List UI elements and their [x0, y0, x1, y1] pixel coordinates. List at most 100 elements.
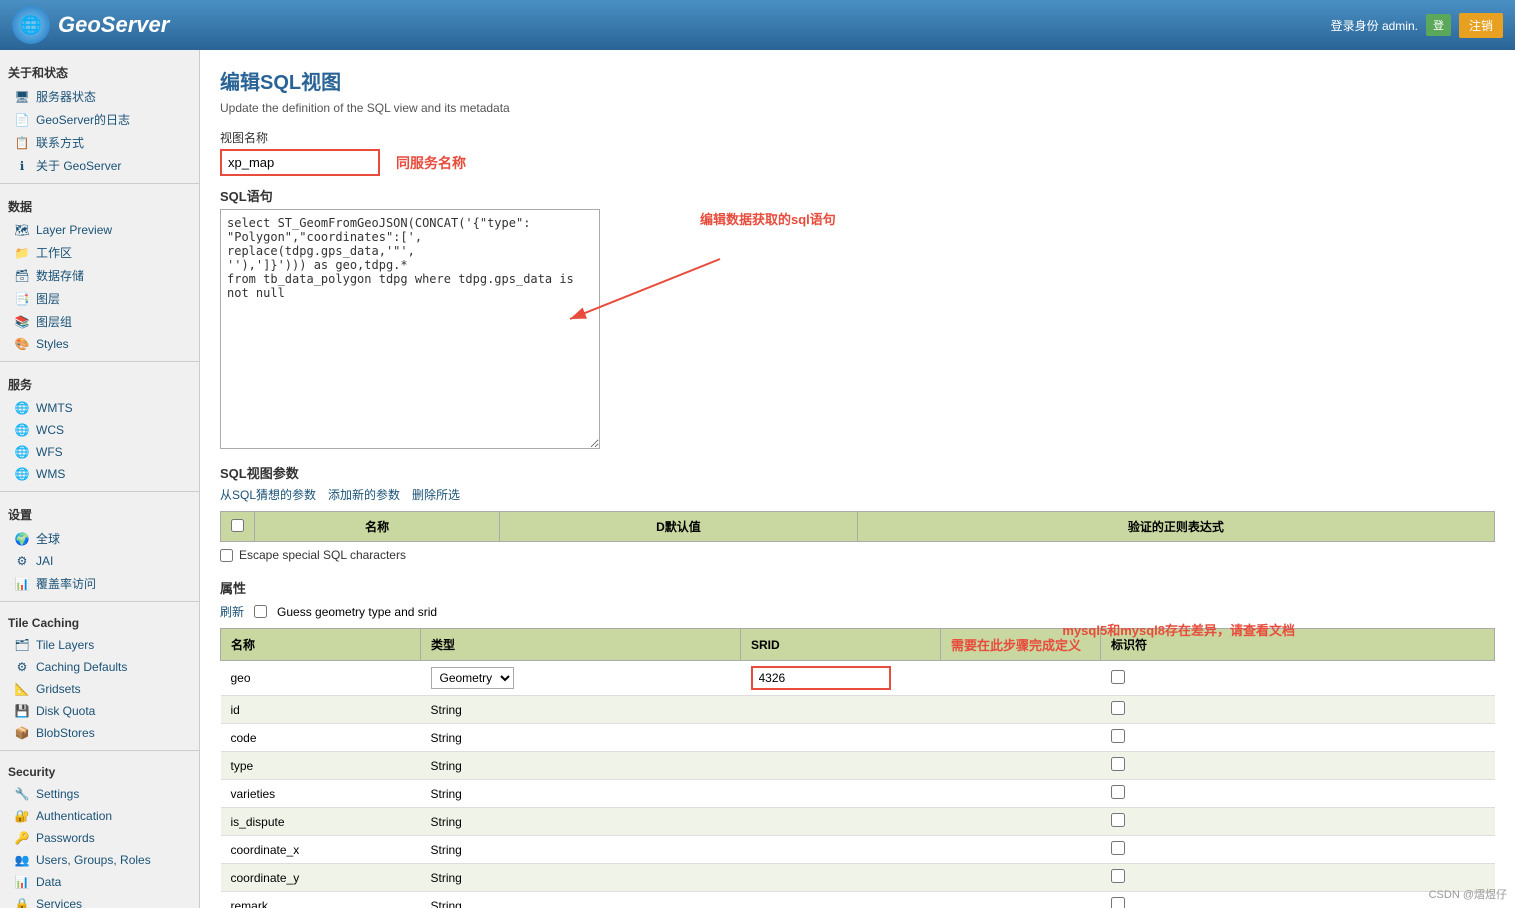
identifier-checkbox[interactable] — [1111, 869, 1125, 883]
sidebar-item-label: 图层 — [36, 290, 60, 307]
sidebar-item-icon: 🗂 — [14, 637, 30, 653]
attr-srid-cell — [741, 752, 941, 780]
sidebar-item-wfs[interactable]: 🌐WFS — [0, 441, 199, 463]
table-row: is_disputeString — [221, 808, 1495, 836]
sidebar-item--geoserver[interactable]: ℹ关于 GeoServer — [0, 154, 199, 177]
logo-text: GeoServer — [58, 12, 169, 38]
same-service-label: 同服务名称 — [396, 153, 466, 173]
sidebar-item-[interactable]: 🌍全球 — [0, 527, 199, 550]
identifier-checkbox[interactable] — [1111, 813, 1125, 827]
attr-type-cell: String — [421, 864, 741, 892]
page-subtitle: Update the definition of the SQL view an… — [220, 101, 1495, 115]
attr-annot-cell — [941, 808, 1101, 836]
sidebar-item-settings[interactable]: 🔧Settings — [0, 783, 199, 805]
sidebar-item-[interactable]: 📚图层组 — [0, 310, 199, 333]
sidebar-item-label: 服务器状态 — [36, 88, 96, 105]
sidebar-divider — [0, 361, 199, 362]
attr-srid-cell — [741, 864, 941, 892]
attr-type-select[interactable]: Geometry — [431, 667, 514, 689]
attr-identifier-cell — [1101, 724, 1495, 752]
sidebar-item-[interactable]: 📑 图层 — [0, 287, 199, 310]
sidebar-item-icon: ⚙ — [14, 553, 30, 569]
sidebar-item-geoserver[interactable]: 📄GeoServer的日志 — [0, 108, 199, 131]
topbar-right: 登录身份 admin. 登 注销 — [1331, 13, 1503, 38]
guess-geometry-checkbox[interactable] — [254, 605, 267, 618]
login-icon: 登 — [1426, 14, 1451, 36]
sidebar-item-gridsets[interactable]: 📐Gridsets — [0, 678, 199, 700]
sidebar-item-label: Data — [36, 875, 61, 889]
sidebar-item-label: 覆盖率访问 — [36, 575, 96, 592]
table-row: varietiesString — [221, 780, 1495, 808]
srid-input[interactable] — [751, 666, 891, 690]
sidebar-item-[interactable]: 🖥服务器状态 — [0, 85, 199, 108]
view-name-input[interactable] — [220, 149, 380, 176]
sidebar-item-label: Gridsets — [36, 682, 81, 696]
attr-srid-cell — [741, 696, 941, 724]
sidebar-item-[interactable]: 📊覆盖率访问 — [0, 572, 199, 595]
sidebar-item-icon: 📑 — [14, 291, 30, 307]
sidebar-item-icon: 🗺 — [14, 222, 30, 238]
sidebar-item-icon: 📋 — [14, 135, 30, 151]
sidebar-item-icon: 🔒 — [14, 896, 30, 908]
sidebar-item-[interactable]: 📋联系方式 — [0, 131, 199, 154]
sql-textarea[interactable]: select ST_GeomFromGeoJSON(CONCAT('{"type… — [220, 209, 600, 449]
identifier-checkbox[interactable] — [1111, 670, 1125, 684]
sidebar-item-jai[interactable]: ⚙JAI — [0, 550, 199, 572]
sidebar-item-passwords[interactable]: 🔑Passwords — [0, 827, 199, 849]
identifier-checkbox[interactable] — [1111, 757, 1125, 771]
sidebar-item-icon: 👥 — [14, 852, 30, 868]
sidebar-item-tile-layers[interactable]: 🗂Tile Layers — [0, 634, 199, 656]
sidebar-item-icon: 📦 — [14, 725, 30, 741]
identifier-checkbox[interactable] — [1111, 785, 1125, 799]
attr-srid-cell — [741, 724, 941, 752]
sidebar-item-layer-preview[interactable]: 🗺Layer Preview — [0, 219, 199, 241]
content-area: 编辑SQL视图 Update the definition of the SQL… — [200, 50, 1515, 908]
logout-button[interactable]: 注销 — [1459, 13, 1503, 38]
sidebar-item-icon: 🌐 — [14, 466, 30, 482]
sidebar-item-icon: 🌐 — [14, 444, 30, 460]
table-row: idString — [221, 696, 1495, 724]
attr-identifier-cell — [1101, 696, 1495, 724]
sql-annotation-area: 编辑数据获取的sql语句 — [620, 209, 920, 449]
sidebar-item-wms[interactable]: 🌐 WMS — [0, 463, 199, 485]
sql-arrow-svg — [560, 239, 780, 359]
identifier-checkbox[interactable] — [1111, 841, 1125, 855]
sidebar-item-wcs[interactable]: 🌐WCS — [0, 419, 199, 441]
delete-selected-link[interactable]: 删除所选 — [412, 486, 460, 503]
sidebar-item-styles[interactable]: 🎨Styles — [0, 333, 199, 355]
params-check-all[interactable] — [231, 519, 244, 532]
sidebar-item-[interactable]: 📁工作区 — [0, 241, 199, 264]
attr-srid-cell — [741, 836, 941, 864]
attributes-table: 名称 类型 SRID 需要在此步骤完成定义 标识符 geoGeometryidS… — [220, 628, 1495, 908]
sidebar-item-caching-defaults[interactable]: ⚙Caching Defaults — [0, 656, 199, 678]
identifier-checkbox[interactable] — [1111, 897, 1125, 908]
attr-type-cell: String — [421, 892, 741, 908]
sidebar-item-icon: 🔐 — [14, 808, 30, 824]
sidebar-item-users-groups-roles[interactable]: 👥 Users, Groups, Roles — [0, 849, 199, 871]
attr-identifier-cell — [1101, 808, 1495, 836]
sidebar-item-disk-quota[interactable]: 💾Disk Quota — [0, 700, 199, 722]
sidebar-item-label: Users, Groups, Roles — [36, 853, 151, 867]
attr-col-type: 类型 — [421, 629, 741, 661]
add-param-link[interactable]: 添加新的参数 — [328, 486, 400, 503]
escape-checkbox[interactable] — [220, 549, 233, 562]
sidebar-item-data[interactable]: 📊Data — [0, 871, 199, 893]
sidebar-item-wmts[interactable]: 🌐WMTS — [0, 397, 199, 419]
sidebar-item-label: GeoServer的日志 — [36, 111, 130, 128]
attr-name-cell: remark — [221, 892, 421, 908]
refresh-link[interactable]: 刷新 — [220, 603, 244, 620]
escape-label: Escape special SQL characters — [239, 548, 406, 562]
sidebar-item-authentication[interactable]: 🔐Authentication — [0, 805, 199, 827]
identifier-checkbox[interactable] — [1111, 701, 1125, 715]
sidebar-item-services[interactable]: 🔒Services — [0, 893, 199, 908]
sidebar-divider — [0, 750, 199, 751]
sidebar-item-label: WMS — [36, 467, 65, 481]
sidebar-section-title: Security — [0, 757, 199, 783]
guess-params-link[interactable]: 从SQL猜想的参数 — [220, 486, 316, 503]
attr-srid-cell — [741, 661, 941, 696]
identifier-checkbox[interactable] — [1111, 729, 1125, 743]
escape-row: Escape special SQL characters — [220, 548, 1495, 562]
sidebar-item-[interactable]: 🗃数据存储 — [0, 264, 199, 287]
attr-name-cell: is_dispute — [221, 808, 421, 836]
sidebar-item-blobstores[interactable]: 📦BlobStores — [0, 722, 199, 744]
